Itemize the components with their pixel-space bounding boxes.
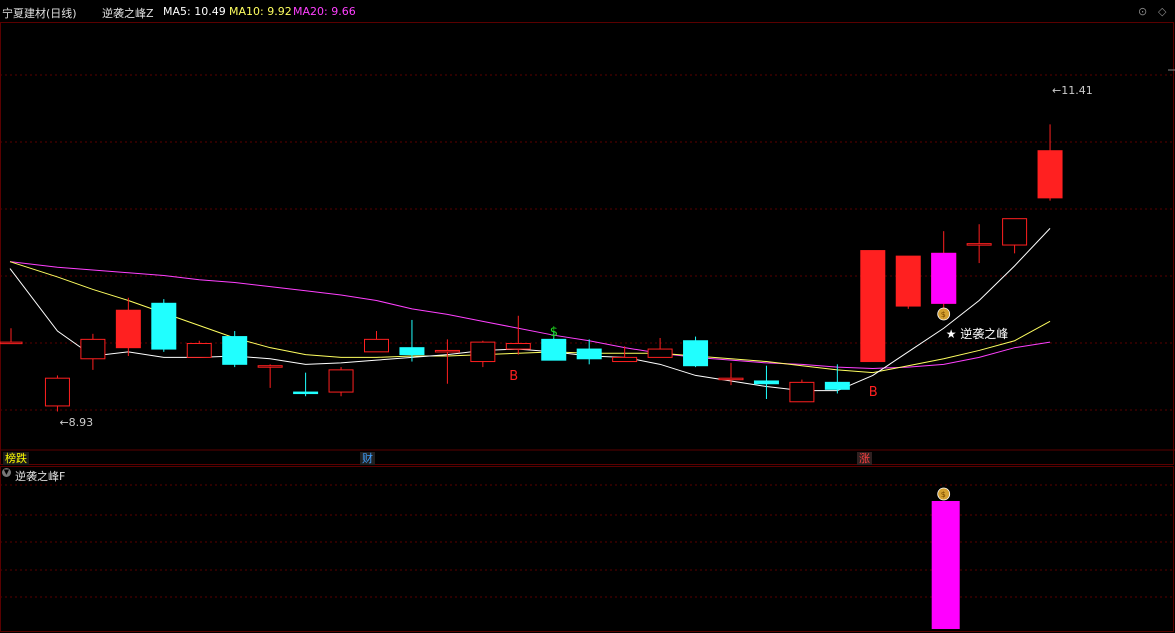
buy-signal-label: B [869,385,878,400]
candle-up [612,356,638,363]
candle-up [966,243,992,246]
candle-down [753,380,779,385]
money-bag-icon-glyph: $ [941,310,946,319]
candle-up [860,250,886,363]
sub-signal-bar [931,501,960,629]
candle-up [80,338,106,360]
event-marker-zhang[interactable]: 涨 [857,452,872,465]
candle-up [505,343,531,350]
candle-down [222,336,248,365]
signal-candle [931,252,957,304]
candle-up [895,255,921,307]
candle-up [647,348,673,358]
candle-up [0,341,23,345]
candle-down [151,302,177,350]
money-bag-icon-glyph: $ [941,490,946,499]
dollar-signal-label: $ [550,325,558,340]
candle-down [399,347,425,356]
candle-up [328,369,354,393]
event-marker-bangdie[interactable]: 榜跌 [3,452,29,465]
candle-up [115,309,141,349]
candle-up [186,343,212,358]
candle-down [541,338,567,361]
sub-panel-title[interactable]: 逆袭之峰F [15,468,65,484]
candle-up [470,341,496,363]
candle-up [1002,218,1028,246]
star-signal-label: ★ 逆袭之峰 [946,326,1009,341]
sub-panel-frame [0,466,1174,632]
candle-down [824,381,850,390]
candle-up [718,377,744,381]
candle-up [44,377,70,407]
candle-down [683,340,709,367]
low-price-label: ←8.93 [59,416,93,429]
event-marker-cai[interactable]: 财 [360,452,375,465]
candle-down [576,348,602,360]
price-chart[interactable]: ←8.93←11.41BB$ ★ 逆袭之峰$$ [0,0,1175,633]
main-panel-frame [0,22,1174,465]
candle-up [789,381,815,403]
candle-up [257,365,283,368]
buy-signal-label: B [509,369,518,384]
candle-up [364,338,389,353]
candle-down [293,391,319,395]
high-price-label: ←11.41 [1052,84,1093,97]
candle-up [1037,150,1063,199]
candle-up [434,349,460,353]
